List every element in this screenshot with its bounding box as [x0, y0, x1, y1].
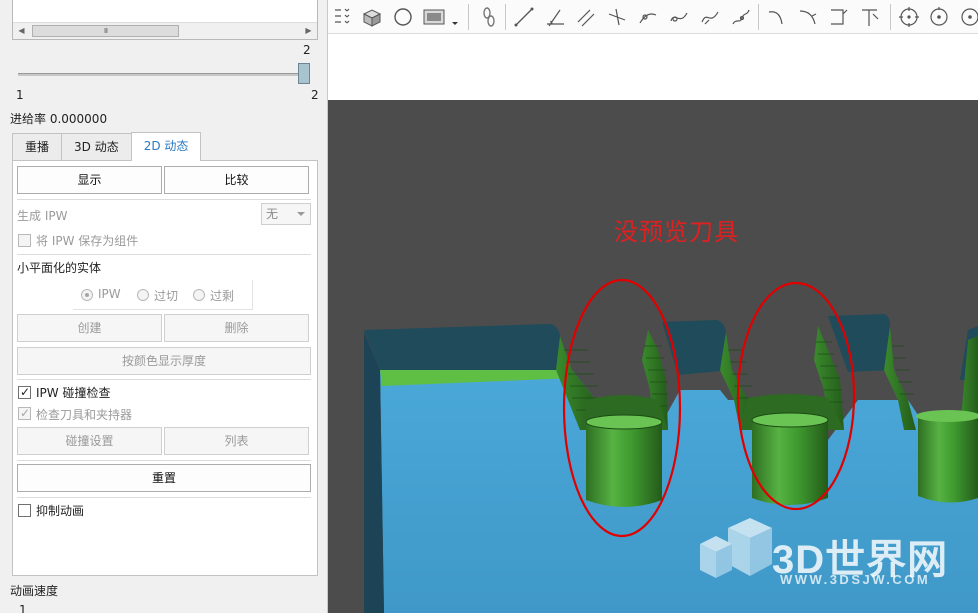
dropdown-icon[interactable]	[450, 6, 460, 28]
step-slider-thumb[interactable]	[298, 63, 310, 84]
radio-overcut[interactable]	[137, 289, 149, 301]
point-set-icon[interactable]	[332, 6, 354, 28]
tab-2d-dynamic[interactable]: 2D 动态	[130, 132, 202, 161]
circle-icon[interactable]	[392, 6, 414, 28]
trim-icon[interactable]	[859, 6, 881, 28]
slider-min-label: 1	[16, 88, 24, 102]
line-icon[interactable]	[513, 6, 535, 28]
radio-excess-label: 过剩	[210, 289, 235, 303]
delete-button[interactable]: 删除	[164, 314, 309, 342]
facet-radio-group: IPW 过切 过剩	[73, 280, 253, 310]
divider	[17, 460, 311, 461]
angle-line-icon[interactable]	[544, 6, 566, 28]
divider	[17, 497, 311, 498]
radio-overcut-label: 过切	[154, 289, 179, 303]
toolbar-separator	[890, 4, 891, 30]
facet-solid-heading: 小平面化的实体	[17, 261, 102, 275]
generate-ipw-select[interactable]: 无	[261, 203, 311, 225]
watermark-url: WWW.3DSJW.COM	[780, 572, 931, 587]
checkmark-icon: ✓	[19, 406, 31, 420]
reset-button[interactable]: 重置	[17, 464, 311, 492]
chamfer-icon[interactable]	[828, 6, 850, 28]
check-tool-holder-checkbox[interactable]: ✓	[18, 406, 31, 420]
radio-excess[interactable]	[193, 289, 205, 301]
compare-button[interactable]: 比较	[164, 166, 309, 194]
list-button[interactable]: 列表	[164, 427, 309, 455]
circle-three-point-icon[interactable]	[928, 6, 950, 28]
helix-icon[interactable]	[730, 6, 752, 28]
tab-content-2d-dynamic: 显示 比较 生成 IPW 无 将 IPW 保存为组件 小平面化的实体 IPW 过…	[12, 160, 318, 576]
graphics-viewport[interactable]: 没预览刀具 3D世界网 WWW.3DSJW.COM	[328, 100, 978, 613]
fillet-icon[interactable]	[797, 6, 819, 28]
chevron-down-icon	[297, 212, 305, 216]
generate-ipw-label: 生成 IPW	[17, 209, 68, 223]
generate-ipw-value: 无	[266, 207, 279, 221]
ipw-collision-checkbox[interactable]: ✓	[18, 385, 31, 399]
step-slider-track[interactable]	[18, 73, 308, 76]
radio-selected-dot	[85, 293, 89, 297]
check-tool-holder-label: 检查刀具和夹持器	[36, 408, 133, 422]
tab-replay[interactable]: 重播	[12, 133, 63, 161]
divider	[17, 199, 311, 200]
radio-ipw-label: IPW	[98, 287, 121, 301]
checkmark-icon: ✓	[19, 385, 31, 399]
collision-settings-button[interactable]: 碰撞设置	[17, 427, 162, 455]
parallel-line-icon[interactable]	[575, 6, 597, 28]
item-listbox[interactable]: ◀ III ▶	[12, 0, 318, 40]
create-button[interactable]: 创建	[17, 314, 162, 342]
left-panel: ◀ III ▶ 2 1 2 进给率 0.000000 重播 3D 动态 2D 动…	[0, 0, 328, 613]
tab-3d-dynamic[interactable]: 3D 动态	[61, 133, 132, 161]
toolbar-separator	[468, 4, 469, 30]
block-icon[interactable]	[361, 6, 383, 28]
chain-icon[interactable]	[478, 6, 500, 28]
arc-icon[interactable]	[766, 6, 788, 28]
display-button[interactable]: 显示	[17, 166, 162, 194]
divider	[17, 254, 311, 255]
horizontal-scrollbar[interactable]: ◀ III ▶	[13, 22, 317, 39]
divider	[17, 379, 311, 380]
graphics-header-area	[328, 34, 978, 100]
arc-point-icon[interactable]	[637, 6, 659, 28]
tab-bar: 重播 3D 动态 2D 动态	[12, 132, 202, 161]
suppress-animation-label: 抑制动画	[36, 504, 85, 518]
circle-center-icon[interactable]	[898, 6, 920, 28]
slider-current-label: 2	[311, 88, 319, 102]
spline-icon[interactable]	[699, 6, 721, 28]
circle-tangent-icon[interactable]	[958, 6, 978, 28]
feed-rate-label: 进给率 0.000000	[10, 112, 108, 126]
ipw-collision-label: IPW 碰撞检查	[36, 386, 111, 400]
suppress-animation-checkbox[interactable]	[18, 504, 31, 517]
color-thickness-button[interactable]: 按颜色显示厚度	[17, 347, 311, 375]
animation-speed-min-label: 1	[19, 603, 27, 613]
animation-speed-label: 动画速度	[10, 584, 59, 598]
perpendicular-line-icon[interactable]	[606, 6, 628, 28]
radio-ipw[interactable]	[81, 289, 93, 301]
scroll-thumb[interactable]: III	[32, 25, 179, 37]
save-ipw-checkbox[interactable]	[18, 234, 31, 247]
slider-max-label: 2	[303, 43, 311, 57]
scroll-right-icon[interactable]: ▶	[300, 23, 317, 39]
scroll-left-icon[interactable]: ◀	[13, 23, 30, 39]
display-icon[interactable]	[422, 6, 448, 28]
curve-toolbar	[328, 0, 978, 34]
curve-icon[interactable]	[668, 6, 690, 28]
annotation-text: 没预览刀具	[614, 218, 739, 246]
save-ipw-label: 将 IPW 保存为组件	[36, 234, 139, 248]
toolbar-separator	[758, 4, 759, 30]
toolbar-separator	[505, 4, 506, 30]
